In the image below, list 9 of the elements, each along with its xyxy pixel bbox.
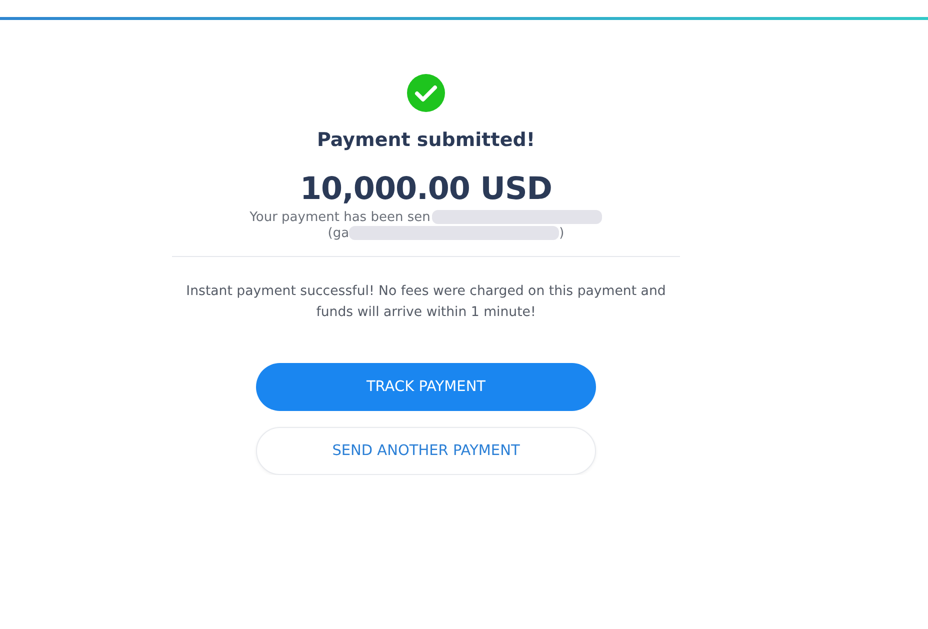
recipient-text: ) (559, 226, 564, 240)
check-circle-icon (407, 74, 445, 112)
info-text: Instant payment successful! No fees were charged on this payment and funds will arrive within 1 minute! (185, 283, 667, 322)
track-payment-button[interactable]: TRACK PAYMENT (256, 363, 596, 411)
send-another-button[interactable]: SEND ANOTHER PAYMENT (256, 427, 596, 475)
amount: 10,000.00 USD (300, 171, 552, 207)
recipient-text: (ga (328, 226, 350, 240)
recipient-text: Your payment has been sen (250, 210, 430, 224)
heading: Payment submitted! (316, 129, 535, 151)
